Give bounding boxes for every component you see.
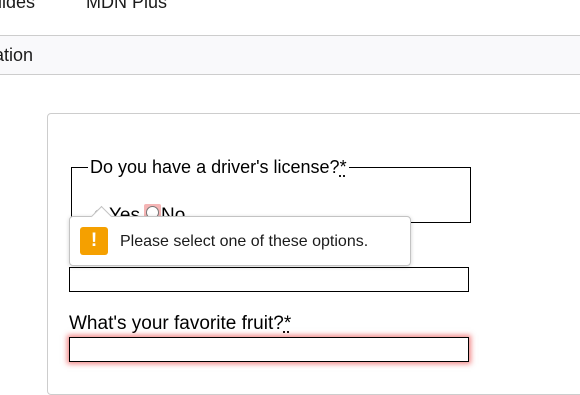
required-marker: * xyxy=(339,157,347,177)
licence-legend: Do you have a driver's license?* xyxy=(88,157,349,177)
top-nav: Guides MDN Plus xyxy=(0,0,580,14)
validation-tooltip: ! Please select one of these options. xyxy=(69,205,411,266)
validation-message: Please select one of these options. xyxy=(120,233,369,250)
warning-icon: ! xyxy=(80,227,108,255)
licence-fieldset: Do you have a driver's license?* YesNo xyxy=(71,157,471,232)
sub-nav-title: ation xyxy=(0,45,34,65)
nav-item-guides[interactable]: Guides xyxy=(0,0,35,13)
nav-item-mdn-plus[interactable]: MDN Plus xyxy=(86,0,167,13)
fruit-input[interactable] xyxy=(69,337,469,362)
fruit-question: What's your favorite fruit? xyxy=(69,313,284,334)
sub-nav-bar: ation xyxy=(0,35,580,75)
licence-question: Do you have a driver's license? xyxy=(90,157,340,177)
fruit-label: What's your favorite fruit?* xyxy=(69,313,291,335)
fruit-required-marker: * xyxy=(283,313,292,334)
text-input[interactable] xyxy=(69,267,469,292)
